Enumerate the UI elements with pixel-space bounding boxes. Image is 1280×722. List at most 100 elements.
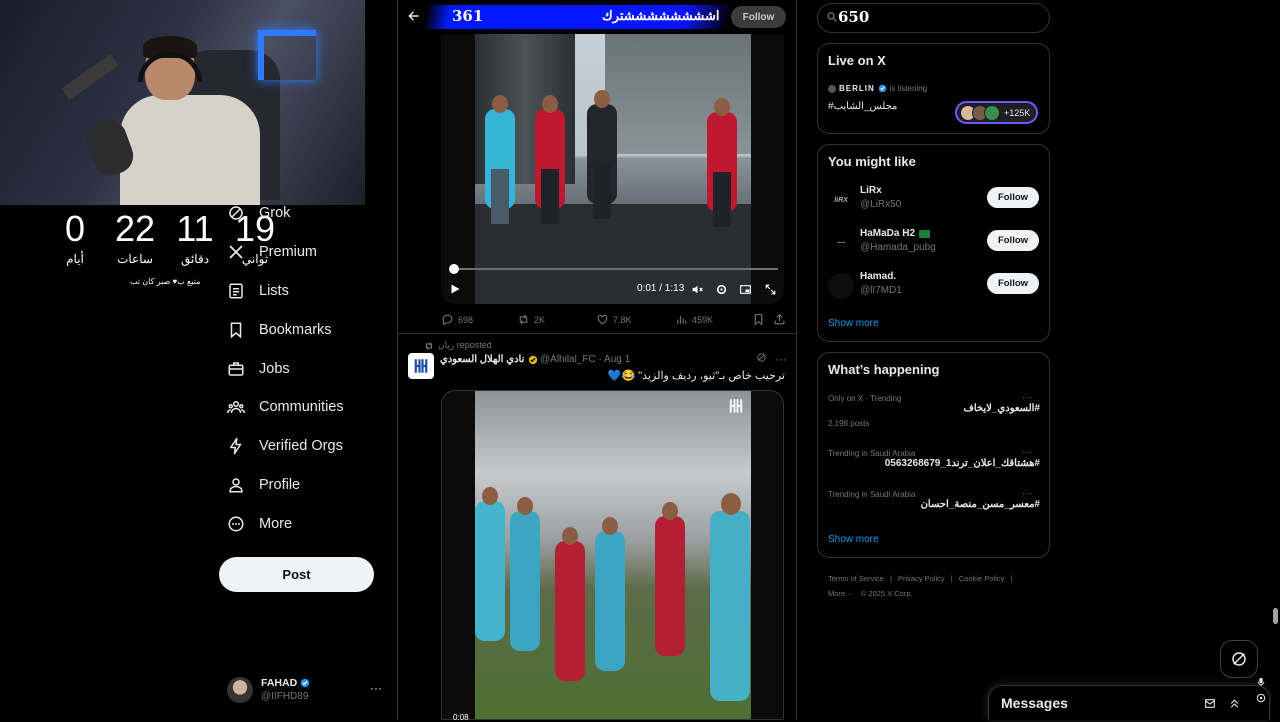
repost-context-label: ريان reposted [438,340,492,350]
post-button[interactable]: Post [219,557,374,592]
video-progress-track[interactable] [450,268,778,270]
grok-explain-icon[interactable] [756,352,767,363]
live-card-title: Live on X [828,53,886,68]
grok-button[interactable] [1220,640,1258,678]
nav-premium[interactable]: Premium [227,237,317,267]
countdown-minutes-label: دقائق [180,252,210,266]
reply-button[interactable]: 698 [441,313,473,326]
suggested-user[interactable]: liRX LiRx @LiRx50 Follow [828,185,1040,219]
trend-item[interactable]: Trending in Saudi Arabia ··· #هشتاقك_اعل… [828,447,1040,469]
new-message-icon[interactable] [1204,697,1217,710]
views-button[interactable]: 459K [675,313,713,326]
post-more-icon[interactable]: ··· [775,352,787,366]
account-more-button[interactable]: ··· [370,681,382,695]
back-arrow-icon[interactable] [407,9,421,23]
nav-communities-label: Communities [259,399,344,415]
privacy-link[interactable]: Privacy Policy [898,574,945,583]
live-listeners-pill[interactable]: +125K [955,101,1038,124]
trend-item[interactable]: Only on X · Trending ··· #السعودي_لايخاف… [828,392,1040,428]
nav-verified-orgs[interactable]: Verified Orgs [227,431,343,461]
post-divider [398,333,796,334]
video-progress-handle[interactable] [449,264,459,274]
live-topic[interactable]: #مجلس_الشايب [828,101,897,112]
follow-button[interactable]: Follow [987,230,1039,251]
settings-gear-icon[interactable] [715,283,728,296]
nav-premium-label: Premium [259,244,318,260]
figure [555,527,585,681]
countdown-hours: 22 [114,208,156,249]
nav-lists[interactable]: Lists [227,276,289,306]
side-toolbar [1256,676,1266,703]
show-more-link[interactable]: Show more [828,534,879,545]
suggested-user[interactable]: Hamad. @lI7MD1 Follow [828,271,1040,305]
suggested-user-handle: @lI7MD1 [860,285,902,296]
follow-button[interactable]: Follow [987,187,1039,208]
list-icon [229,283,243,299]
terms-link[interactable]: Terms of Service [828,574,884,583]
countdown-hours-label: ساعات [117,252,153,266]
nav-communities[interactable]: Communities [227,392,344,422]
trend-item[interactable]: Trending in Saudi Arabia ··· #معسر_مسن_م… [828,488,1040,510]
trend-more-icon[interactable]: ··· [1022,488,1032,499]
compass-icon[interactable] [1256,693,1266,703]
bookmark-icon[interactable] [752,313,765,326]
picture-in-picture-icon[interactable] [739,283,752,296]
avatar [227,677,253,703]
subscribe-banner-text: اششششششششترك [602,8,720,23]
post-text: ترحيب خاص بـ"ثيو، رديف والزيد" 😂💙 [607,370,785,382]
nav-jobs[interactable]: Jobs [227,354,290,384]
post-author-row[interactable]: نادي الهلال السعودي [440,354,538,365]
messages-drawer[interactable]: Messages [988,685,1270,720]
nav-grok[interactable]: Grok [227,198,290,228]
webcam-overlay [0,0,365,205]
repost-icon [519,314,528,325]
alhilal-logo-icon [729,399,743,413]
fullscreen-icon[interactable] [764,283,777,296]
avatar [828,84,836,93]
avatar: liRX [828,187,854,213]
post-author-handle: @Alhilal_FC · Aug 1 [540,354,631,365]
live-host-name: BERLIN [839,84,875,93]
video-player[interactable] [441,34,784,304]
account-name: FAHAD [261,677,298,689]
nav-more[interactable]: More [227,509,292,539]
cookie-link[interactable]: Cookie Policy [959,574,1004,583]
figure [535,95,565,224]
footer-separator: | [950,574,953,583]
avatar [828,273,854,299]
trend-more-icon[interactable]: ··· [1022,392,1032,403]
play-icon[interactable] [449,283,461,295]
account-switcher[interactable]: FAHAD @IIFHD89 ··· [227,676,387,706]
video-frame [475,391,751,719]
volume-mute-icon[interactable] [691,283,704,296]
follow-button[interactable]: Follow [731,6,786,28]
repost-button[interactable]: 2K [517,313,545,326]
saudi-flag-icon [919,229,931,238]
post-author-name: نادي الهلال السعودي [440,354,525,365]
verified-badge-icon [878,84,887,93]
live-host-row[interactable]: BERLIN is listening [828,84,927,93]
like-count: 7.8K [613,314,632,325]
like-button[interactable]: 7.8K [596,313,632,326]
video-player[interactable] [441,390,784,720]
footer-more-link[interactable]: More ··· [828,589,855,598]
suggested-user[interactable]: ~~ HaMaDa H2 @Hamada_pubg Follow [828,228,1040,262]
trend-more-icon[interactable]: ··· [1022,447,1032,458]
verified-badge-icon [301,678,310,688]
follow-button[interactable]: Follow [987,273,1039,294]
nav-profile[interactable]: Profile [227,470,300,500]
scrollbar-thumb[interactable] [1273,608,1278,624]
microphone-icon[interactable] [1256,676,1266,688]
chevron-up-double-icon[interactable] [1228,697,1241,710]
copyright: © 2025 X Corp. [860,589,913,598]
views-count: 459K [692,314,714,325]
nav-more-label: More [259,516,293,532]
share-icon[interactable] [773,313,786,326]
nav-bookmarks[interactable]: Bookmarks [227,315,332,345]
heart-icon [597,314,608,325]
figure [707,98,737,227]
show-more-link[interactable]: Show more [828,318,879,329]
views-chart-icon [677,315,687,324]
nav-verified-orgs-label: Verified Orgs [259,438,343,454]
avatar[interactable] [408,353,434,379]
